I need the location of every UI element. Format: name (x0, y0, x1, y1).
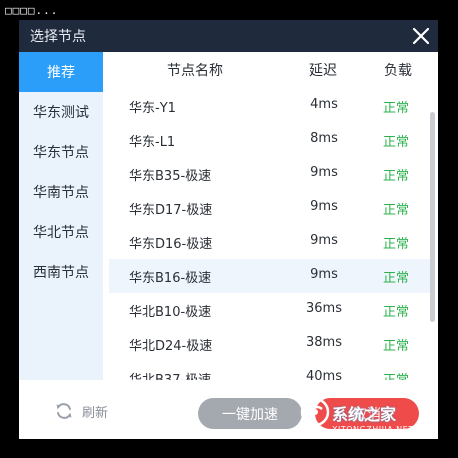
close-icon (412, 27, 430, 45)
sidebar-item-recommended[interactable]: 推荐 (19, 52, 103, 92)
refresh-icon (56, 403, 72, 419)
list-scrollbar[interactable] (430, 112, 435, 322)
node-name: 华北D24-极速 (129, 339, 213, 354)
node-load: 正常 (383, 135, 410, 150)
sidebar-item-label: 华东测试 (33, 105, 89, 121)
sidebar-item-north[interactable]: 华北节点 (19, 212, 103, 252)
table-row[interactable]: 华东-L1 8ms 正常 (109, 123, 432, 157)
table-row-highlighted[interactable]: 华东B16-极速 9ms 正常 (109, 259, 432, 293)
node-load: 正常 (383, 237, 410, 252)
table-header: 节点名称 延迟 负载 (103, 52, 438, 90)
sidebar-item-east[interactable]: 华东节点 (19, 132, 103, 172)
table-row[interactable]: 华北B37-极速 40ms 正常 (109, 361, 432, 380)
one-click-accelerate-button[interactable]: 一键加速 (198, 398, 302, 429)
node-delay: 4ms (310, 97, 338, 112)
node-load: 正常 (383, 369, 409, 380)
node-name: 华北B37-极速 (129, 369, 211, 380)
node-delay: 9ms (310, 165, 338, 180)
column-header-delay: 延迟 (309, 63, 337, 79)
node-delay: 9ms (310, 233, 338, 248)
node-list: 华东-Y1 4ms 正常 华东-L1 8ms 正常 华东B35-极速 9ms 正… (103, 89, 438, 380)
node-name: 华北B10-极速 (129, 305, 212, 320)
node-delay: 9ms (310, 267, 338, 282)
node-delay: 38ms (306, 335, 342, 350)
sidebar-item-southwest[interactable]: 西南节点 (19, 252, 103, 292)
table-row[interactable]: 华东-Y1 4ms 正常 (109, 89, 432, 123)
table-row[interactable]: 华东B35-极速 9ms 正常 (109, 157, 432, 191)
node-delay: 9ms (310, 199, 338, 214)
table-row[interactable]: 华东D16-极速 9ms 正常 (109, 225, 432, 259)
dialog-title: 选择节点 (30, 29, 86, 45)
node-name: 华东-Y1 (129, 101, 176, 116)
refresh-label: 刷新 (82, 405, 109, 421)
sidebar-item-south[interactable]: 华南节点 (19, 172, 103, 212)
sidebar-item-east-test[interactable]: 华东测试 (19, 92, 103, 132)
cancel-button[interactable]: 取消 (315, 398, 419, 429)
node-name: 华东-L1 (129, 135, 176, 150)
node-delay: 40ms (306, 369, 342, 380)
node-load: 正常 (383, 271, 410, 286)
node-load: 正常 (383, 101, 410, 116)
refresh-button[interactable]: 刷新 (54, 400, 108, 422)
node-name: 华东B35-极速 (129, 169, 212, 184)
column-header-name: 节点名称 (167, 63, 223, 79)
node-load: 正常 (383, 305, 410, 320)
node-delay: 36ms (306, 301, 342, 316)
node-name: 华东D17-极速 (129, 203, 213, 218)
node-list-panel: 节点名称 延迟 负载 华东-Y1 4ms 正常 华东-L1 8ms 正常 华东B… (103, 52, 438, 380)
sidebar-item-label: 推荐 (47, 65, 75, 81)
node-load: 正常 (383, 169, 410, 184)
table-row[interactable]: 华北B10-极速 36ms 正常 (109, 293, 432, 327)
table-row[interactable]: 华北D24-极速 38ms 正常 (109, 327, 432, 361)
sidebar-item-label: 西南节点 (33, 265, 89, 281)
sidebar-item-label: 华北节点 (33, 225, 89, 241)
node-name: 华东D16-极速 (129, 237, 213, 252)
node-load: 正常 (383, 203, 410, 218)
region-sidebar: 推荐 华东测试 华东节点 华南节点 华北节点 西南节点 (19, 52, 103, 380)
node-delay: 8ms (310, 131, 338, 146)
node-name: 华东B16-极速 (129, 271, 212, 286)
close-button[interactable] (410, 25, 432, 47)
column-header-load: 负载 (384, 63, 412, 79)
node-select-dialog: 选择节点 推荐 华东测试 华东节点 华南节点 华北节点 西南节点 节点名称 延迟… (19, 20, 438, 439)
table-row[interactable]: 华东D17-极速 9ms 正常 (109, 191, 432, 225)
top-label: □□□□... (5, 4, 59, 17)
node-load: 正常 (383, 339, 410, 354)
titlebar: 选择节点 (19, 20, 438, 52)
dialog-footer: 刷新 一键加速 取消 (19, 380, 438, 439)
sidebar-item-label: 华南节点 (33, 185, 89, 201)
sidebar-item-label: 华东节点 (33, 145, 89, 161)
